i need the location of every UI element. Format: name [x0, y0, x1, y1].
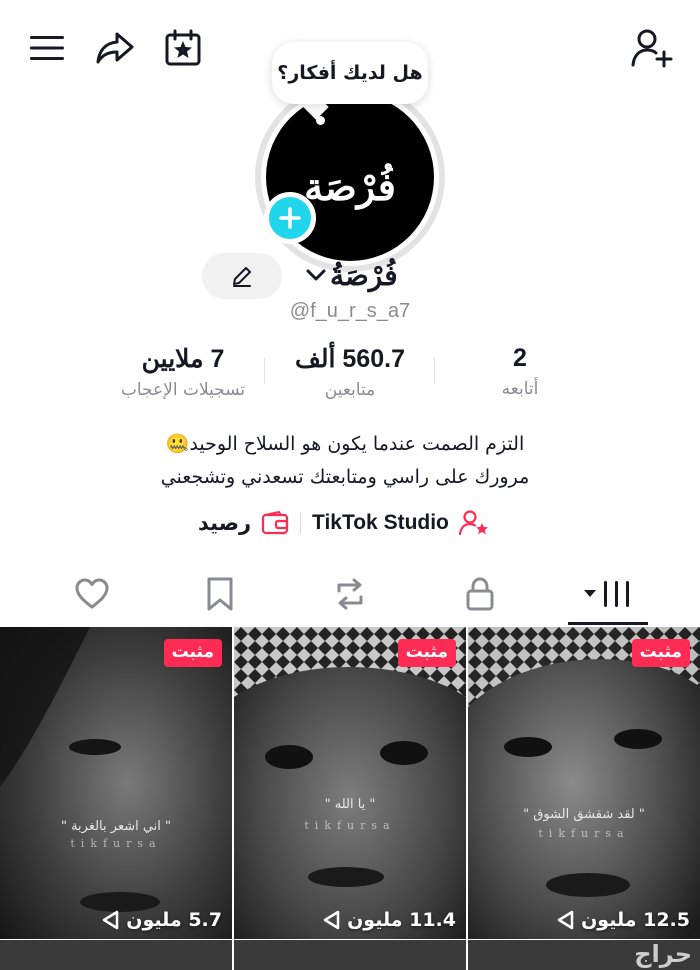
bio-line: مرورك على راسي ومتابعتك تسعدني وتشجعني [160, 466, 530, 488]
stat-divider [264, 358, 265, 384]
links-divider [300, 512, 301, 534]
share-icon [96, 32, 134, 64]
profile-handle: @f_u_r_s_a7 [289, 300, 411, 322]
video-tile[interactable]: مثبت " لقد شقشق الشوق " tikfursa 12.5 مل… [468, 627, 700, 939]
account-switcher[interactable]: فُرْصَةُ [306, 252, 398, 298]
play-icon [103, 910, 119, 930]
chevron-down-icon [306, 269, 326, 281]
video-watermark: tikfursa [304, 819, 396, 832]
bookmark-icon [207, 577, 233, 611]
add-story-button[interactable] [264, 192, 316, 244]
video-thumbnail [234, 627, 466, 939]
video-tile-partial[interactable]: حراج [468, 940, 700, 970]
creator-star-icon [458, 510, 488, 536]
play-icon [323, 910, 340, 930]
view-count-text: 12.5 مليون [581, 909, 690, 931]
profile-name: فُرْصَةُ [330, 258, 398, 292]
site-watermark: حراج [634, 940, 692, 968]
tab-videos[interactable] [578, 568, 638, 620]
menu-icon [30, 36, 64, 60]
view-count-text: 5.7 مليون [126, 909, 222, 931]
view-count-text: 11.4 مليون [347, 909, 456, 931]
menu-button[interactable] [22, 26, 72, 70]
stat-likes[interactable]: 7 ملايين تسجيلات الإعجاب [108, 344, 258, 400]
balance-label: رصيد [198, 511, 252, 535]
active-tab-indicator [568, 622, 648, 625]
balance-link[interactable]: رصيد [198, 506, 289, 540]
add-user-button[interactable] [624, 24, 680, 72]
stat-following[interactable]: 2 أتابعه [480, 344, 560, 399]
ideas-bubble-text: هل لديك أفكار؟ [277, 62, 423, 84]
video-tile[interactable]: مثبت " يا الله " tikfursa 11.4 مليون [234, 627, 466, 939]
video-caption: " لقد شقشق الشوق " [523, 807, 645, 822]
tiktok-studio-link[interactable]: TikTok Studio [312, 506, 489, 540]
tab-reposts[interactable] [320, 568, 380, 620]
video-tile[interactable]: مثبت " اني اشعر بالغربة " tikfursa 5.7 م… [0, 627, 232, 939]
followers-label: متابعين [324, 380, 376, 400]
video-thumbnail [0, 627, 232, 939]
pencil-icon [233, 267, 251, 287]
likes-label: تسجيلات الإعجاب [120, 380, 246, 400]
bio-line: التزم الصمت عندما يكون هو السلاح الوحيد🤐 [165, 433, 525, 455]
likes-count: 7 ملايين [141, 345, 225, 373]
view-count: 5.7 مليون [102, 909, 222, 931]
stat-followers[interactable]: 560.7 ألف متابعين [270, 344, 430, 400]
plus-icon [279, 207, 301, 229]
pinned-badge: مثبت [163, 639, 222, 667]
tab-liked[interactable] [62, 568, 122, 620]
video-watermark: tikfursa [70, 837, 162, 850]
wallet-icon [261, 511, 289, 535]
view-count: 12.5 مليون [557, 909, 690, 931]
video-thumbnail [468, 627, 700, 939]
pinned-badge: مثبت [631, 639, 690, 667]
heart-icon [75, 578, 109, 609]
tab-favorites[interactable] [190, 568, 250, 620]
bubble-dot [316, 116, 325, 125]
followers-count: 560.7 ألف [295, 345, 405, 373]
avatar-logo-text: فُرْصَة [304, 163, 396, 209]
edit-profile-button[interactable] [202, 253, 282, 299]
share-button[interactable] [88, 24, 142, 72]
videos-grid-icon [584, 581, 629, 607]
following-count: 2 [513, 344, 527, 372]
repost-icon [337, 578, 363, 610]
view-count: 11.4 مليون [323, 909, 456, 931]
video-caption: " اني اشعر بالغربة " [60, 819, 172, 834]
play-icon [557, 910, 574, 930]
video-caption: " يا الله " [324, 797, 376, 812]
pinned-badge: مثبت [397, 639, 456, 667]
stat-divider [434, 358, 435, 384]
lock-icon [466, 577, 494, 611]
video-watermark: tikfursa [538, 827, 630, 840]
following-label: أتابعه [501, 379, 539, 399]
tiktok-studio-label: TikTok Studio [312, 511, 449, 534]
ideas-bubble[interactable]: هل لديك أفكار؟ [272, 42, 428, 104]
tab-private[interactable] [450, 568, 510, 620]
video-tile-partial[interactable] [0, 940, 232, 970]
video-tile-partial[interactable] [234, 940, 466, 970]
calendar-button[interactable] [158, 24, 208, 72]
calendar-star-icon [165, 29, 201, 66]
add-user-icon [631, 29, 673, 68]
